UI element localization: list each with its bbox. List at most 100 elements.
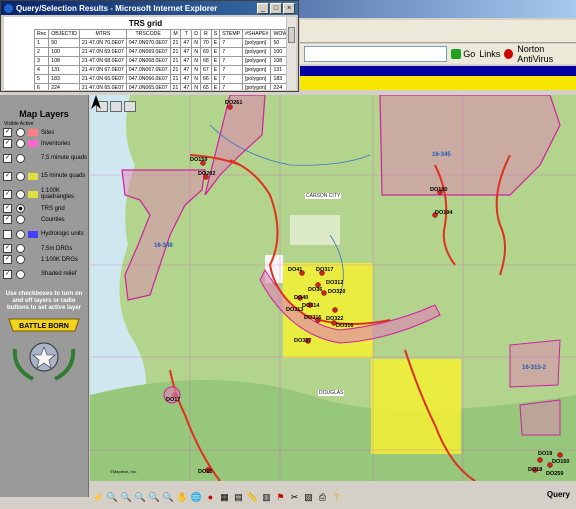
site-label[interactable]: DO312: [326, 280, 343, 286]
zoom-in-icon[interactable]: 🔍: [107, 491, 118, 503]
site-label[interactable]: DO40: [294, 295, 308, 301]
tools-icon[interactable]: ✂: [289, 491, 300, 503]
layer-active-radio[interactable]: [16, 139, 25, 148]
layer-visible-checkbox[interactable]: ✓: [3, 255, 12, 264]
zoom-out-icon[interactable]: 🔍: [121, 491, 132, 503]
select-icon[interactable]: ▦: [219, 491, 230, 503]
site-label[interactable]: DO19: [538, 451, 552, 457]
links-button[interactable]: Links: [479, 49, 500, 59]
layer-active-radio[interactable]: [16, 189, 25, 199]
site-label[interactable]: DO194: [435, 210, 452, 216]
map-view[interactable]: DO261 DO159 DO202 DO41 DO317 DO312 DO320…: [90, 95, 576, 481]
layer-active-radio[interactable]: [16, 153, 25, 163]
layer-active-radio[interactable]: [16, 171, 25, 181]
window-controls: _ □ ×: [257, 3, 295, 14]
table-cell: 7: [219, 74, 244, 84]
scroll-thumb[interactable]: [288, 27, 295, 43]
layer-visible-checkbox[interactable]: [3, 229, 12, 239]
zoom-full-icon[interactable]: 🔍: [149, 491, 160, 503]
measure-icon[interactable]: 📏: [247, 491, 258, 503]
site-label[interactable]: DO159: [190, 157, 207, 163]
help-icon[interactable]: ?: [331, 491, 342, 503]
site-label[interactable]: DO190: [430, 187, 447, 193]
site-label[interactable]: DO322: [326, 316, 343, 322]
layer-active-radio[interactable]: [16, 255, 25, 264]
layer-visible-checkbox[interactable]: ✓: [3, 244, 12, 253]
map-view-buttons: [96, 101, 136, 112]
layer-label: 7.5m DRGs: [41, 245, 73, 252]
site-label[interactable]: DO41: [288, 267, 302, 273]
browser-address-row: Go Links Norton AntiVirus: [300, 44, 576, 64]
layer-visible-checkbox[interactable]: ✓: [3, 128, 12, 137]
layer-active-radio[interactable]: [16, 244, 25, 253]
site-label[interactable]: DO259: [546, 471, 563, 477]
site-label[interactable]: DO17: [166, 397, 180, 403]
save-map-button[interactable]: [110, 101, 122, 112]
header-stripe: [300, 76, 576, 90]
flag-icon[interactable]: ⚑: [275, 491, 286, 503]
layer-visible-checkbox[interactable]: ✓: [3, 204, 12, 213]
layer-visible-checkbox[interactable]: ✓: [3, 139, 12, 148]
table-cell: [polygon]: [242, 47, 272, 57]
table-row[interactable]: 3 108 21 47.0N 68.0E07 047.0N068.0E07 21 47 N 6…: [33, 56, 287, 66]
site-label[interactable]: DO150: [552, 459, 569, 465]
table-row[interactable]: 2 100 21 47.0N 69.0E07 047.0N069.0E07 21 47 N 6…: [33, 47, 287, 57]
site-label[interactable]: DO317: [316, 267, 333, 273]
table-cell: 66: [199, 74, 212, 84]
layer-active-radio[interactable]: [16, 204, 25, 213]
table-header: WOW: [270, 29, 287, 39]
site-label[interactable]: DO314: [302, 303, 319, 309]
layer-row: ✓ 7.5m DRGs: [3, 243, 88, 254]
layer-active-radio[interactable]: [16, 215, 25, 224]
table-cell: 47: [180, 83, 193, 90]
refresh-map-button[interactable]: [124, 101, 136, 112]
query-scrollbar[interactable]: [286, 17, 296, 90]
site-label[interactable]: DO36: [308, 287, 322, 293]
globe-icon[interactable]: 🌐: [191, 491, 202, 503]
table-row[interactable]: 1 50 21 47.0N 70.0E07 047.0N070.0E07 21 47 N 70…: [33, 38, 287, 48]
layer-label: TRS grid: [41, 205, 65, 212]
table-cell: 7: [219, 47, 244, 57]
site-label[interactable]: DO261: [225, 100, 242, 106]
maximize-button[interactable]: □: [270, 3, 282, 14]
layer-visible-checkbox[interactable]: ✓: [3, 171, 12, 181]
lightning-icon[interactable]: ⚡: [93, 491, 104, 503]
table-row[interactable]: 5 183 21 47.0N 66.0E07 047.0N066.0E07 21 47 N 6…: [33, 74, 287, 84]
table-row[interactable]: 6 224 21 47.0N 65.0E07 047.0N065.0E07 21 47 N 6…: [33, 83, 287, 90]
site-label[interactable]: DO313: [286, 307, 303, 313]
site-label[interactable]: DO316: [336, 323, 353, 329]
go-button[interactable]: Go: [451, 49, 475, 59]
site-label[interactable]: DO315: [304, 315, 321, 321]
pan-icon[interactable]: ✋: [177, 491, 188, 503]
table-cell: 100: [270, 47, 287, 57]
table-icon[interactable]: ▥: [261, 491, 272, 503]
print-tool-icon[interactable]: ⎙: [317, 491, 328, 503]
layer-active-radio[interactable]: [16, 269, 25, 279]
antivirus-button[interactable]: Norton AntiVirus: [517, 44, 576, 64]
site-label[interactable]: DO18: [528, 467, 542, 473]
query-results-window: Query/Selection Results - Microsoft Inte…: [0, 0, 299, 92]
site-label[interactable]: DO357: [294, 338, 311, 344]
address-input[interactable]: [304, 46, 448, 62]
query-icon[interactable]: ▤: [233, 491, 244, 503]
site-label[interactable]: DO202: [198, 171, 215, 177]
go-label: Go: [463, 49, 476, 59]
site-label[interactable]: DO320: [328, 289, 345, 295]
layer-active-radio[interactable]: [16, 128, 25, 137]
site-label[interactable]: DO15: [198, 469, 212, 475]
close-button[interactable]: ×: [283, 3, 295, 14]
layer-row: ✓ 7.5 minute quads: [3, 149, 88, 167]
layer-row: ✓ Sites: [3, 127, 88, 138]
zoom-box-icon[interactable]: 🔍: [135, 491, 146, 503]
layer-active-radio[interactable]: [16, 229, 25, 239]
query-window-title-bar[interactable]: Query/Selection Results - Microsoft Inte…: [1, 1, 298, 15]
table-row[interactable]: 4 131 21 47.0N 67.0E07 047.0N067.0E07 21 47 N 6…: [33, 65, 287, 75]
layer-visible-checkbox[interactable]: ✓: [3, 153, 12, 163]
layer-visible-checkbox[interactable]: ✓: [3, 189, 12, 199]
identify-icon[interactable]: ●: [205, 491, 216, 503]
clear-selection-icon[interactable]: ▧: [303, 491, 314, 503]
layer-visible-checkbox[interactable]: ✓: [3, 269, 12, 279]
zoom-layer-icon[interactable]: 🔍: [163, 491, 174, 503]
layer-visible-checkbox[interactable]: ✓: [3, 215, 12, 224]
minimize-button[interactable]: _: [257, 3, 269, 14]
